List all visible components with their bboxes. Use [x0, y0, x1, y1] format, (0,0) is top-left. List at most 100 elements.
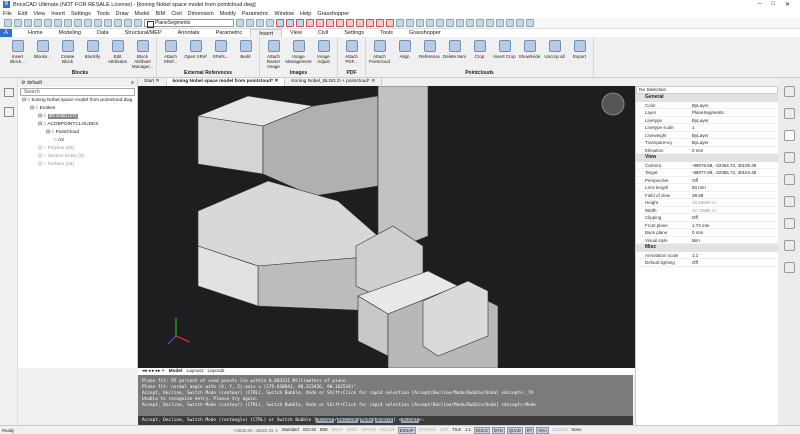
status-bim[interactable]: BIM — [319, 427, 328, 434]
property-value[interactable]: 38.58 — [692, 192, 778, 199]
status-rt[interactable]: RT — [524, 426, 535, 434]
snap-toolbar-button[interactable] — [276, 19, 284, 27]
show-hide-button[interactable]: Show/Hide — [518, 37, 541, 69]
align-button[interactable]: Align — [393, 37, 416, 69]
toolbar-button[interactable] — [94, 19, 102, 27]
snap-toolbar-button[interactable] — [316, 19, 324, 27]
menu-item-modify[interactable]: Modify — [220, 11, 236, 17]
property-row[interactable]: Height 18.68906 m — [636, 199, 778, 207]
insert-block--button[interactable]: Insert Block... — [6, 37, 29, 69]
attach-raster-image-button[interactable]: Attach Raster Image — [262, 37, 285, 69]
tree-node[interactable]: ⊟ ○ ACDBPOINTCLOUDEX — [18, 121, 137, 129]
menu-item-insert[interactable]: Insert — [51, 11, 65, 17]
structure-profile[interactable]: default — [27, 80, 42, 86]
menu-item-draw[interactable]: Draw — [116, 11, 129, 17]
document-tab[interactable]: Koning Nobel_BLDG D + pointcloud* ✕ — [285, 78, 383, 86]
toolbar-button[interactable] — [4, 19, 12, 27]
property-value[interactable]: ByLayer — [692, 132, 778, 139]
status-strack[interactable]: STRACK — [418, 427, 437, 434]
property-value[interactable]: -88076.69, -22364.72, 30105.48 — [692, 162, 778, 169]
tree-node[interactable]: ⊟ ○ Polyline (62) — [18, 145, 137, 153]
menu-item-tools[interactable]: Tools — [97, 11, 110, 17]
menu-item-edit[interactable]: Edit — [18, 11, 27, 17]
image-management-button[interactable]: Image Management — [285, 37, 312, 69]
beam-icon[interactable] — [783, 218, 795, 229]
property-row[interactable]: Target -88077.69, -22365.72, 30104.48 — [636, 169, 778, 177]
search-input[interactable]: Search — [20, 88, 135, 96]
layer-dropdown[interactable]: PlaneSegments — [144, 19, 234, 28]
tab-civil[interactable]: Civil — [310, 29, 336, 37]
menu-item-window[interactable]: Window — [274, 11, 294, 17]
property-value[interactable]: Bim — [692, 237, 778, 244]
snap-toolbar-button[interactable] — [516, 19, 524, 27]
status-snap[interactable]: SNAP — [330, 427, 343, 434]
layout-nav-icons[interactable]: ◂◂ ◂ ▸ ▸▸ ≡ — [142, 369, 165, 374]
export-button[interactable]: Export — [568, 37, 591, 69]
selection-dropdown[interactable]: No Selection — [636, 86, 778, 94]
balloon-icon[interactable] — [783, 152, 795, 163]
close-tab-icon[interactable]: ✕ — [370, 79, 375, 84]
minimize-button[interactable]: – — [758, 1, 761, 8]
layout-tab-layout1[interactable]: Layout1 — [186, 369, 203, 374]
snap-toolbar-button[interactable] — [266, 19, 274, 27]
property-row[interactable]: Annotation scale 1:1 — [636, 252, 778, 259]
expand-icon[interactable]: ⊟ ○ — [30, 106, 40, 111]
lightbulb-icon[interactable] — [783, 108, 795, 119]
tree-node[interactable]: ⊟ ○ 3D Solid (17) — [18, 113, 137, 121]
snap-toolbar-button[interactable] — [506, 19, 514, 27]
property-row[interactable]: Linetype ByLayer — [636, 117, 778, 124]
toolbar-button[interactable] — [64, 19, 72, 27]
menu-item-file[interactable]: File — [3, 11, 12, 17]
snap-toolbar-button[interactable] — [346, 19, 354, 27]
bedit-button[interactable]: Bedit — [234, 37, 257, 69]
menu-icon[interactable]: ≡ — [131, 80, 137, 86]
status-none[interactable]: None — [571, 427, 583, 434]
property-value[interactable]: ByLayer — [692, 102, 778, 109]
toolbar-button[interactable] — [104, 19, 112, 27]
toolbar-button[interactable] — [134, 19, 142, 27]
structure-tree-icon[interactable] — [4, 107, 14, 117]
expand-icon[interactable]: ⊟ ○ — [38, 146, 48, 151]
toolbar-button[interactable] — [84, 19, 92, 27]
status-standard[interactable]: Standard — [281, 427, 300, 434]
menu-item-bim[interactable]: BIM — [156, 11, 166, 17]
property-row[interactable]: Color ByLayer — [636, 102, 778, 109]
status-polar[interactable]: POLAR — [379, 427, 395, 434]
menu-item-view[interactable]: View — [33, 11, 45, 17]
snap-toolbar-button[interactable] — [386, 19, 394, 27]
tree-node[interactable]: ⊟ ○ PointCloud — [18, 129, 137, 137]
tree-node[interactable]: ⊟ ○ Entities — [18, 105, 137, 113]
snap-toolbar-button[interactable] — [426, 19, 434, 27]
snap-toolbar-button[interactable] — [236, 19, 244, 27]
property-row[interactable]: Camera -88076.69, -22364.72, 30105.48 — [636, 162, 778, 169]
edit-attributes-button[interactable]: Edit Attributes — [106, 37, 129, 69]
snap-toolbar-button[interactable] — [476, 19, 484, 27]
property-value[interactable]: 1.73 mm — [692, 222, 778, 229]
property-row[interactable]: Back plane 0 mm — [636, 229, 778, 237]
reference-button[interactable]: Reference — [418, 37, 441, 69]
property-value[interactable]: 1:1 — [692, 252, 778, 259]
status-quad[interactable]: QUAD — [506, 426, 523, 434]
document-tab[interactable]: Start ✕ — [138, 78, 167, 86]
snap-toolbar-button[interactable] — [306, 19, 314, 27]
tree-node[interactable]: ⊟ ○ koning Nobel space model from pointc… — [18, 97, 137, 105]
tab-grasshopper[interactable]: Grasshopper — [401, 29, 449, 37]
property-value[interactable]: ByLayer — [692, 139, 778, 146]
blocks--button[interactable]: Blocks... — [31, 37, 54, 69]
prompt-option-decline[interactable]: Decline — [337, 418, 358, 423]
open-xref-button[interactable]: Open XRef — [184, 37, 207, 69]
status-dyn[interactable]: DYN — [491, 426, 505, 434]
tab-structural-mep[interactable]: Structural/MEP — [117, 29, 170, 37]
section-view[interactable]: View — [636, 154, 778, 162]
tab-settings[interactable]: Settings — [336, 29, 372, 37]
menu-item-help[interactable]: Help — [300, 11, 311, 17]
expand-icon[interactable]: ⊟ ○ — [22, 98, 32, 103]
snap-toolbar-button[interactable] — [496, 19, 504, 27]
properties-icon[interactable] — [783, 130, 795, 141]
status-tile[interactable]: TILE — [451, 427, 462, 434]
property-row[interactable]: Default lighting Off — [636, 259, 778, 267]
property-row[interactable]: Lens length 50 mm — [636, 184, 778, 192]
toolbar-button[interactable] — [124, 19, 132, 27]
menu-item-parametric[interactable]: Parametric — [242, 11, 269, 17]
ruler-icon[interactable] — [783, 196, 795, 207]
